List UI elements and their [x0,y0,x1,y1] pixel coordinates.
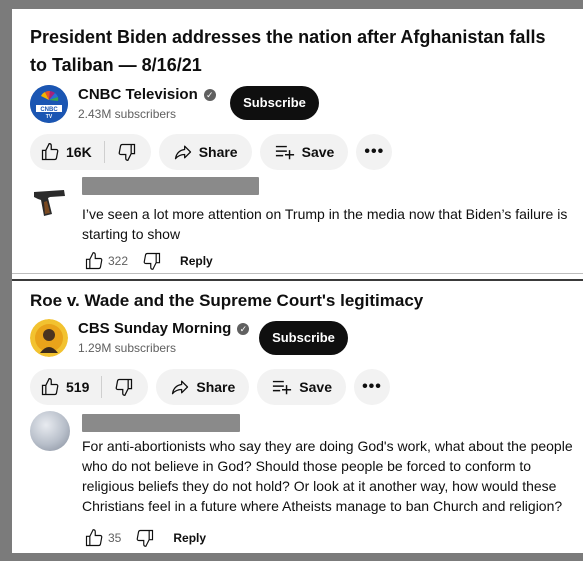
comment-dislike-icon[interactable] [142,251,162,271]
channel-name[interactable]: CNBC Television ✓ [78,86,216,103]
blurred-photo-avatar-icon [30,411,70,451]
video-panel-cnbc: President Biden addresses the nation aft… [12,9,583,272]
like-button[interactable]: 519 [40,376,103,398]
video-title: President Biden addresses the nation aft… [30,27,546,75]
pistol-avatar-icon [30,181,70,221]
subscriber-count: 1.29M subscribers [78,341,177,355]
video-panel-cbs: Roe v. Wade and the Supreme Court's legi… [12,281,583,553]
comment-actions: 322 Reply [84,251,213,271]
like-dislike-group: 16K [30,134,151,170]
playlist-add-icon [273,380,292,395]
comment-like-icon[interactable] [84,251,104,271]
verified-check-icon: ✓ [203,88,216,101]
channel-avatar[interactable]: CNBC TV [30,85,68,123]
dislike-button[interactable] [105,142,145,162]
subscribe-button[interactable]: Subscribe [259,321,348,355]
comment-actions: 35 Reply [84,528,206,548]
verified-check-icon: ✓ [237,322,250,335]
screenshot-frame-top [0,0,583,9]
like-count: 519 [66,379,90,395]
reply-button[interactable]: Reply [173,531,206,545]
commenter-avatar[interactable] [30,181,70,221]
redacted-username [82,177,259,195]
share-arrow-icon [174,145,191,160]
share-arrow-icon [172,380,189,395]
video-title: Roe v. Wade and the Supreme Court's legi… [30,291,424,310]
subscriber-count: 2.43M subscribers [78,107,177,121]
share-button[interactable]: Share [156,369,250,405]
screenshot-frame-bottom [0,553,583,561]
section-divider [12,273,583,274]
playlist-add-icon [275,145,294,160]
more-actions-button[interactable]: ••• [353,369,390,405]
like-dislike-group: 519 [30,369,149,405]
commenter-avatar[interactable] [30,411,70,451]
save-button[interactable]: Save [257,369,346,405]
redacted-username [82,414,240,432]
sun-avatar-icon [30,319,68,357]
svg-text:CNBC: CNBC [40,107,58,113]
video-actions-bar: 16K Share Save ••• [30,134,393,170]
thumbs-down-icon [118,143,135,161]
comment-text: I’ve seen a lot more attention on Trump … [82,206,568,242]
svg-text:TV: TV [46,114,53,120]
channel-name[interactable]: CBS Sunday Morning ✓ [78,320,250,337]
dislike-button[interactable] [102,377,142,397]
save-button[interactable]: Save [259,134,349,170]
comment-like-count: 322 [108,254,129,268]
like-button[interactable]: 16K [40,141,105,163]
thumbs-down-icon [115,378,133,396]
channel-avatar[interactable] [30,319,68,357]
cnbc-logo-icon: CNBC TV [30,85,68,123]
comment-like-count: 35 [108,531,122,545]
like-count: 16K [66,144,92,160]
thumbs-up-icon [41,143,59,161]
reply-button[interactable]: Reply [180,254,213,268]
more-actions-button[interactable]: ••• [356,134,393,170]
comment-dislike-icon[interactable] [135,528,155,548]
comment-like-icon[interactable] [84,528,104,548]
thumbs-up-icon [41,378,59,396]
screenshot-frame-left [0,0,12,561]
comment-text: For anti-abortionists who say they are d… [82,438,573,514]
share-button[interactable]: Share [158,134,252,170]
video-actions-bar: 519 Share Save ••• [30,369,390,405]
subscribe-button[interactable]: Subscribe [230,86,319,120]
